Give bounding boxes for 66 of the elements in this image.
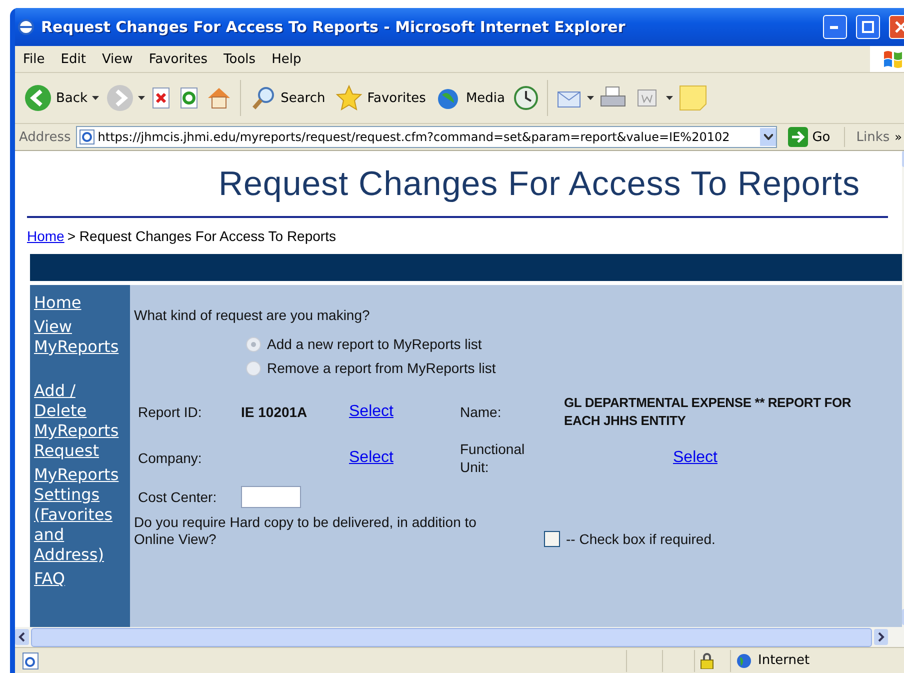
radio-button[interactable] xyxy=(246,360,261,376)
browser-icon[interactable] xyxy=(17,18,35,36)
hard-copy-question: Do you require Hard copy to be delivered, in addition to Online View? xyxy=(134,514,478,548)
window-title: Request Changes For Access To Reports - Microsoft Internet Explorer xyxy=(41,18,626,36)
menu-item[interactable]: View xyxy=(94,52,141,66)
search-button[interactable]: Search xyxy=(248,83,328,113)
zone-label: Internet xyxy=(758,653,810,668)
option-label: Remove a report from MyReports list xyxy=(267,360,496,376)
maximize-button[interactable] xyxy=(856,15,880,39)
caret-icon[interactable] xyxy=(666,96,674,100)
minimize-button[interactable] xyxy=(823,15,847,39)
page-icon xyxy=(78,129,95,145)
caret-icon[interactable] xyxy=(587,96,594,100)
scroll-left-icon[interactable] xyxy=(15,629,29,645)
media-button[interactable]: Media xyxy=(432,83,508,113)
menu-item[interactable]: Favorites xyxy=(140,52,216,66)
field-label: Company: xyxy=(138,449,203,468)
dropdown-icon xyxy=(760,128,776,146)
home-link[interactable]: Home xyxy=(27,228,64,244)
maximize-icon[interactable] xyxy=(862,21,874,33)
close-icon[interactable] xyxy=(895,21,904,33)
menu-item[interactable]: Tools xyxy=(216,52,264,66)
cost-center-field[interactable] xyxy=(241,486,301,508)
field-label: Report ID: xyxy=(138,404,203,420)
more-button[interactable]: » xyxy=(894,130,902,144)
favorites-button[interactable]: Favorites xyxy=(332,82,429,114)
page-title: Request Changes For Access To Reports xyxy=(27,151,888,218)
checkbox-label: -- Check box if required. xyxy=(566,531,716,547)
sidebar-link[interactable]: Add / Delete MyReports Request xyxy=(34,381,130,461)
field-label: Name: xyxy=(460,404,502,420)
history-icon[interactable] xyxy=(512,84,540,112)
report-id: IE 10201A xyxy=(241,404,308,420)
caret-icon[interactable] xyxy=(138,96,145,100)
minimize-icon[interactable] xyxy=(830,26,840,28)
go-button[interactable]: Go xyxy=(782,127,846,147)
sidebar-link[interactable]: MyReports Settings (Favorites and Address) xyxy=(34,465,130,565)
checkbox[interactable] xyxy=(544,531,560,547)
radio-button[interactable] xyxy=(246,336,261,352)
star-icon[interactable] xyxy=(335,84,364,112)
select-link[interactable]: Select xyxy=(673,449,718,467)
back-button[interactable]: Back xyxy=(21,82,102,114)
menu-item[interactable]: File xyxy=(15,52,53,66)
search-icon[interactable] xyxy=(250,85,277,111)
sidebar-link[interactable]: View MyReports xyxy=(34,317,130,357)
field-label: Cost Center: xyxy=(138,489,218,505)
caret-icon[interactable] xyxy=(92,96,99,100)
field-label: Functional Unit: xyxy=(460,440,526,476)
menu-item[interactable]: Edit xyxy=(52,52,94,66)
breadcrumb: > Request Changes For Access To Reports xyxy=(67,228,336,244)
report-name: GL DEPARTMENTAL EXPENSE ** REPORT FOR EACH JHHS ENTITY xyxy=(564,394,852,430)
lock-icon xyxy=(700,652,714,668)
globe-icon xyxy=(736,652,752,668)
question: What kind of request are you making? xyxy=(134,307,371,324)
sidebar-link[interactable]: Home xyxy=(34,293,130,313)
scroll-right-icon[interactable] xyxy=(874,629,888,645)
option-label: Add a new report to MyReports list xyxy=(267,336,482,352)
page-icon xyxy=(21,652,41,670)
address-label: Address xyxy=(19,130,71,144)
sidebar-link[interactable]: FAQ xyxy=(34,569,130,589)
address-field[interactable]: https://jhmcis.jhmi.edu/myreports/request/request.cfm?command=set&param=report&value=IE%20102 xyxy=(76,126,778,148)
select-link[interactable]: Select xyxy=(349,403,394,421)
select-link[interactable]: Select xyxy=(349,449,394,467)
links-button[interactable]: Links xyxy=(856,130,890,144)
menu-item[interactable]: Help xyxy=(264,52,310,66)
flag-logo xyxy=(870,46,904,72)
scrollbar-thumb[interactable] xyxy=(31,628,872,646)
